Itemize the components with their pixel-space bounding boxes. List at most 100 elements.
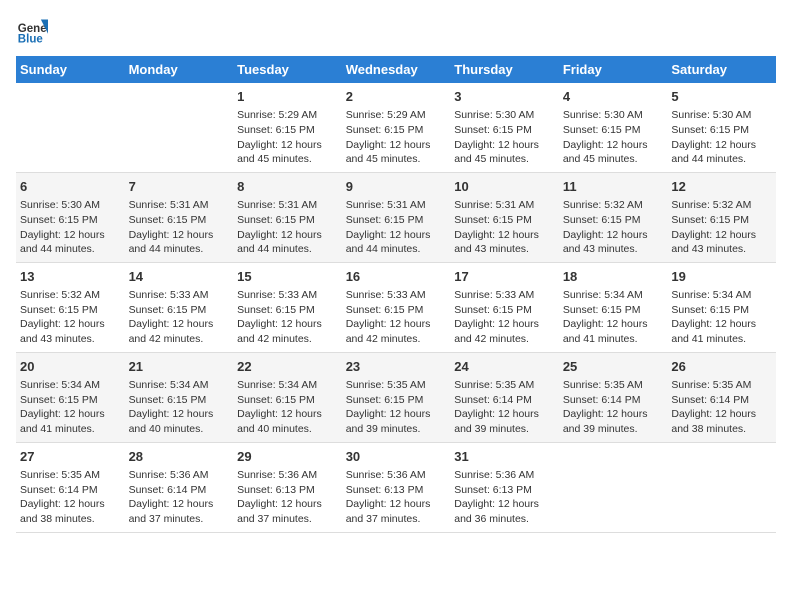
calendar-cell: 22 Sunrise: 5:34 AM Sunset: 6:15 PM Dayli…	[233, 352, 342, 442]
cell-details: Sunrise: 5:36 AM Sunset: 6:13 PM Dayligh…	[237, 468, 338, 527]
calendar-cell: 3 Sunrise: 5:30 AM Sunset: 6:15 PM Daylig…	[450, 83, 559, 172]
calendar-cell	[559, 442, 668, 532]
cell-details: Sunrise: 5:31 AM Sunset: 6:15 PM Dayligh…	[346, 198, 447, 257]
day-number: 28	[129, 448, 230, 466]
calendar-cell: 10Sunrise: 5:31 AM Sunset: 6:15 PM Dayli…	[450, 172, 559, 262]
day-number: 23	[346, 358, 447, 376]
calendar-cell: 31 Sunrise: 5:36 AM Sunset: 6:13 PM Dayli…	[450, 442, 559, 532]
weekday-header-friday: Friday	[559, 56, 668, 83]
calendar-cell: 27 Sunrise: 5:35 AM Sunset: 6:14 PM Dayli…	[16, 442, 125, 532]
weekday-header-row: SundayMondayTuesdayWednesdayThursdayFrid…	[16, 56, 776, 83]
calendar-week-row: 20 Sunrise: 5:34 AM Sunset: 6:15 PM Dayli…	[16, 352, 776, 442]
day-number: 26	[671, 358, 772, 376]
day-number: 20	[20, 358, 121, 376]
calendar-week-row: 13 Sunrise: 5:32 AM Sunset: 6:15 PM Dayli…	[16, 262, 776, 352]
day-number: 3	[454, 88, 555, 106]
calendar-cell: 17Sunrise: 5:33 AM Sunset: 6:15 PM Dayli…	[450, 262, 559, 352]
calendar-cell: 9 Sunrise: 5:31 AM Sunset: 6:15 PM Daylig…	[342, 172, 451, 262]
day-number: 19	[671, 268, 772, 286]
calendar-cell: 12 Sunrise: 5:32 AM Sunset: 6:15 PM Dayli…	[667, 172, 776, 262]
day-number: 24	[454, 358, 555, 376]
weekday-header-monday: Monday	[125, 56, 234, 83]
weekday-header-saturday: Saturday	[667, 56, 776, 83]
cell-details: Sunrise: 5:35 AM Sunset: 6:14 PM Dayligh…	[563, 378, 664, 437]
day-number: 31	[454, 448, 555, 466]
calendar-cell: 23Sunrise: 5:35 AM Sunset: 6:15 PM Dayli…	[342, 352, 451, 442]
day-number: 10	[454, 178, 555, 196]
calendar-cell: 24 Sunrise: 5:35 AM Sunset: 6:14 PM Dayli…	[450, 352, 559, 442]
cell-details: Sunrise: 5:35 AM Sunset: 6:14 PM Dayligh…	[20, 468, 121, 527]
calendar-week-row: 6Sunrise: 5:30 AM Sunset: 6:15 PM Daylig…	[16, 172, 776, 262]
calendar-cell	[16, 83, 125, 172]
day-number: 12	[671, 178, 772, 196]
calendar-cell: 1Sunrise: 5:29 AM Sunset: 6:15 PM Daylig…	[233, 83, 342, 172]
cell-details: Sunrise: 5:34 AM Sunset: 6:15 PM Dayligh…	[563, 288, 664, 347]
day-number: 5	[671, 88, 772, 106]
cell-details: Sunrise: 5:34 AM Sunset: 6:15 PM Dayligh…	[237, 378, 338, 437]
cell-details: Sunrise: 5:34 AM Sunset: 6:15 PM Dayligh…	[671, 288, 772, 347]
day-number: 14	[129, 268, 230, 286]
cell-details: Sunrise: 5:30 AM Sunset: 6:15 PM Dayligh…	[671, 108, 772, 167]
calendar-cell	[125, 83, 234, 172]
logo-icon: General Blue	[16, 16, 48, 48]
weekday-header-thursday: Thursday	[450, 56, 559, 83]
calendar-cell: 18 Sunrise: 5:34 AM Sunset: 6:15 PM Dayli…	[559, 262, 668, 352]
logo: General Blue	[16, 16, 48, 48]
calendar-cell: 4 Sunrise: 5:30 AM Sunset: 6:15 PM Daylig…	[559, 83, 668, 172]
day-number: 7	[129, 178, 230, 196]
day-number: 13	[20, 268, 121, 286]
calendar-cell: 8Sunrise: 5:31 AM Sunset: 6:15 PM Daylig…	[233, 172, 342, 262]
cell-details: Sunrise: 5:36 AM Sunset: 6:14 PM Dayligh…	[129, 468, 230, 527]
calendar-cell: 6Sunrise: 5:30 AM Sunset: 6:15 PM Daylig…	[16, 172, 125, 262]
day-number: 30	[346, 448, 447, 466]
day-number: 11	[563, 178, 664, 196]
day-number: 22	[237, 358, 338, 376]
day-number: 29	[237, 448, 338, 466]
day-number: 4	[563, 88, 664, 106]
cell-details: Sunrise: 5:35 AM Sunset: 6:14 PM Dayligh…	[454, 378, 555, 437]
cell-details: Sunrise: 5:36 AM Sunset: 6:13 PM Dayligh…	[454, 468, 555, 527]
calendar-cell: 11 Sunrise: 5:32 AM Sunset: 6:15 PM Dayli…	[559, 172, 668, 262]
cell-details: Sunrise: 5:31 AM Sunset: 6:15 PM Dayligh…	[237, 198, 338, 257]
calendar-cell: 14 Sunrise: 5:33 AM Sunset: 6:15 PM Dayli…	[125, 262, 234, 352]
cell-details: Sunrise: 5:33 AM Sunset: 6:15 PM Dayligh…	[129, 288, 230, 347]
cell-details: Sunrise: 5:30 AM Sunset: 6:15 PM Dayligh…	[454, 108, 555, 167]
day-number: 15	[237, 268, 338, 286]
calendar-cell: 15 Sunrise: 5:33 AM Sunset: 6:15 PM Dayli…	[233, 262, 342, 352]
cell-details: Sunrise: 5:32 AM Sunset: 6:15 PM Dayligh…	[563, 198, 664, 257]
cell-details: Sunrise: 5:35 AM Sunset: 6:14 PM Dayligh…	[671, 378, 772, 437]
calendar-cell: 7Sunrise: 5:31 AM Sunset: 6:15 PM Daylig…	[125, 172, 234, 262]
day-number: 9	[346, 178, 447, 196]
cell-details: Sunrise: 5:34 AM Sunset: 6:15 PM Dayligh…	[129, 378, 230, 437]
calendar-table: SundayMondayTuesdayWednesdayThursdayFrid…	[16, 56, 776, 533]
day-number: 16	[346, 268, 447, 286]
calendar-cell: 21 Sunrise: 5:34 AM Sunset: 6:15 PM Dayli…	[125, 352, 234, 442]
day-number: 2	[346, 88, 447, 106]
page-header: General Blue	[16, 16, 776, 48]
calendar-cell: 28 Sunrise: 5:36 AM Sunset: 6:14 PM Dayli…	[125, 442, 234, 532]
calendar-cell: 25 Sunrise: 5:35 AM Sunset: 6:14 PM Dayli…	[559, 352, 668, 442]
cell-details: Sunrise: 5:33 AM Sunset: 6:15 PM Dayligh…	[237, 288, 338, 347]
cell-details: Sunrise: 5:30 AM Sunset: 6:15 PM Dayligh…	[563, 108, 664, 167]
calendar-cell: 19 Sunrise: 5:34 AM Sunset: 6:15 PM Dayli…	[667, 262, 776, 352]
day-number: 27	[20, 448, 121, 466]
calendar-cell: 16 Sunrise: 5:33 AM Sunset: 6:15 PM Dayli…	[342, 262, 451, 352]
cell-details: Sunrise: 5:30 AM Sunset: 6:15 PM Dayligh…	[20, 198, 121, 257]
cell-details: Sunrise: 5:34 AM Sunset: 6:15 PM Dayligh…	[20, 378, 121, 437]
cell-details: Sunrise: 5:32 AM Sunset: 6:15 PM Dayligh…	[671, 198, 772, 257]
cell-details: Sunrise: 5:33 AM Sunset: 6:15 PM Dayligh…	[346, 288, 447, 347]
weekday-header-wednesday: Wednesday	[342, 56, 451, 83]
day-number: 18	[563, 268, 664, 286]
calendar-week-row: 27 Sunrise: 5:35 AM Sunset: 6:14 PM Dayli…	[16, 442, 776, 532]
day-number: 25	[563, 358, 664, 376]
calendar-cell: 26 Sunrise: 5:35 AM Sunset: 6:14 PM Dayli…	[667, 352, 776, 442]
calendar-cell: 5 Sunrise: 5:30 AM Sunset: 6:15 PM Daylig…	[667, 83, 776, 172]
day-number: 1	[237, 88, 338, 106]
svg-text:Blue: Blue	[18, 34, 44, 46]
calendar-cell	[667, 442, 776, 532]
cell-details: Sunrise: 5:32 AM Sunset: 6:15 PM Dayligh…	[20, 288, 121, 347]
day-number: 17	[454, 268, 555, 286]
calendar-cell: 30Sunrise: 5:36 AM Sunset: 6:13 PM Dayli…	[342, 442, 451, 532]
weekday-header-tuesday: Tuesday	[233, 56, 342, 83]
day-number: 21	[129, 358, 230, 376]
